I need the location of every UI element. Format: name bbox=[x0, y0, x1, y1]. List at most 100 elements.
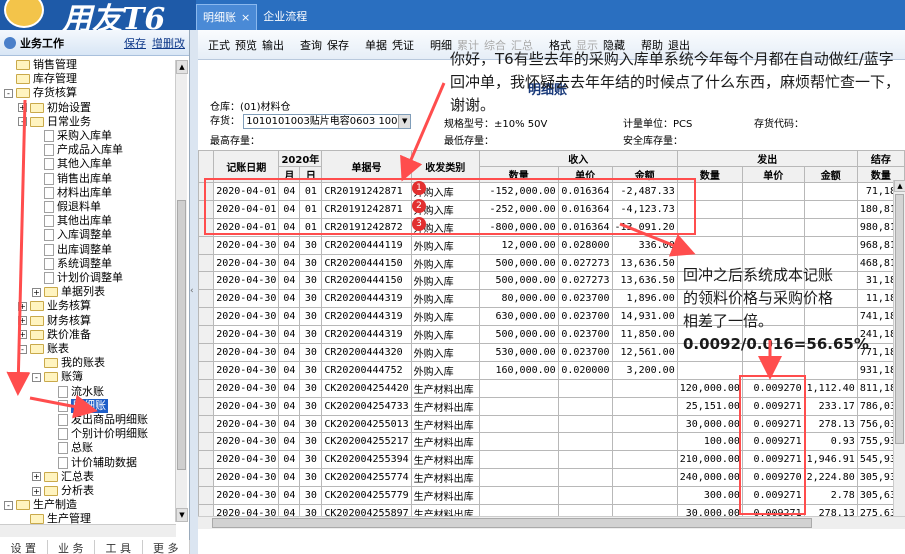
tree-item[interactable]: - 账表 bbox=[18, 342, 69, 356]
tab-enterprise-process[interactable]: 企业流程 bbox=[257, 4, 313, 30]
tree-item[interactable]: 计划价调整单 bbox=[32, 271, 123, 285]
tree-item[interactable]: 系统调整单 bbox=[32, 257, 112, 271]
tree-item[interactable]: - 日常业务 bbox=[18, 115, 91, 129]
tree-item[interactable]: 总账 bbox=[46, 441, 93, 455]
tree-item[interactable]: 我的账表 bbox=[32, 356, 105, 370]
tree-item[interactable]: 采购入库单 bbox=[32, 129, 112, 143]
tree-item[interactable]: 流水账 bbox=[46, 385, 104, 399]
tree-item[interactable]: + 跌价准备 bbox=[18, 328, 91, 342]
tree-item[interactable]: 入库调整单 bbox=[32, 228, 112, 242]
tree-item[interactable]: 个别计价明细账 bbox=[46, 427, 148, 441]
min-stock-field: 最低存量： bbox=[444, 132, 494, 147]
row-header[interactable] bbox=[198, 289, 215, 309]
tree-item[interactable]: + 财务核算 bbox=[18, 314, 91, 328]
tree-item[interactable]: 其他入库单 bbox=[32, 157, 112, 171]
row-header[interactable] bbox=[198, 378, 215, 398]
collapse-icon[interactable]: ‹ bbox=[190, 286, 194, 296]
hscroll-thumb[interactable] bbox=[212, 518, 812, 528]
tab-tools[interactable]: 工 具 bbox=[95, 540, 143, 554]
row-header[interactable] bbox=[198, 343, 215, 362]
save-link[interactable]: 保存 bbox=[124, 35, 146, 51]
tree-item[interactable]: 假退料单 bbox=[32, 200, 101, 214]
edit-link[interactable]: 增删改 bbox=[152, 35, 185, 51]
scroll-thumb[interactable] bbox=[177, 200, 186, 470]
row-header[interactable] bbox=[198, 360, 215, 380]
grid-hscrollbar[interactable] bbox=[198, 516, 905, 529]
tab-business[interactable]: 业 务 bbox=[47, 540, 95, 554]
tree-item-label: 我的账表 bbox=[61, 356, 105, 370]
expand-icon[interactable]: + bbox=[18, 330, 27, 340]
collapse-icon[interactable]: - bbox=[4, 88, 13, 98]
collapse-icon[interactable]: - bbox=[32, 372, 41, 382]
toolbar-button[interactable]: 预览 bbox=[235, 37, 257, 53]
table-cell: 04 bbox=[278, 504, 301, 516]
collapse-icon[interactable]: - bbox=[4, 500, 13, 510]
row-header[interactable] bbox=[198, 486, 215, 506]
toolbar-button[interactable]: 明细 bbox=[430, 37, 452, 53]
row-header[interactable] bbox=[198, 307, 215, 327]
table-cell: 2020-04-30 bbox=[213, 414, 280, 434]
row-header[interactable] bbox=[198, 235, 215, 255]
row-header[interactable] bbox=[198, 468, 215, 488]
panel-splitter[interactable]: ‹ bbox=[190, 30, 198, 554]
row-header[interactable] bbox=[198, 325, 215, 345]
table-cell: CR20200444150 bbox=[321, 271, 412, 291]
tab-settings[interactable]: 设 置 bbox=[0, 540, 48, 554]
tree-item[interactable]: 销售出库单 bbox=[32, 172, 112, 186]
scroll-down-icon[interactable]: ▼ bbox=[176, 508, 188, 522]
tree-scrollbar[interactable]: ▲ ▼ bbox=[175, 60, 188, 522]
row-header[interactable] bbox=[198, 271, 215, 291]
tree-item[interactable]: 明细账 bbox=[46, 398, 108, 413]
row-header[interactable] bbox=[198, 396, 215, 416]
tree-item[interactable]: + 汇总表 bbox=[32, 470, 94, 484]
row-header[interactable] bbox=[198, 504, 215, 516]
table-row[interactable]: 2020-04-30 04 30 CR20200444119 外购入库 12,000.00… bbox=[198, 235, 905, 255]
expand-icon[interactable]: + bbox=[18, 103, 27, 113]
tree-item[interactable]: 其他出库单 bbox=[32, 214, 112, 228]
row-header[interactable] bbox=[198, 414, 215, 434]
tree-item[interactable]: 库存管理 bbox=[4, 72, 77, 86]
tree-item[interactable]: - 存货核算 bbox=[4, 86, 77, 100]
row-header[interactable] bbox=[198, 253, 215, 273]
tree-item[interactable]: 发出商品明细账 bbox=[46, 413, 148, 427]
chevron-down-icon[interactable]: ▼ bbox=[398, 114, 411, 128]
toolbar-button[interactable]: 查询 bbox=[300, 37, 322, 53]
tree-item[interactable]: + 分析表 bbox=[32, 484, 94, 498]
tree-item[interactable]: 出库调整单 bbox=[32, 243, 112, 257]
folder-icon bbox=[16, 500, 30, 511]
tree-item[interactable]: 材料出库单 bbox=[32, 186, 112, 200]
toolbar-button[interactable]: 保存 bbox=[327, 37, 349, 53]
tree-item[interactable]: - 账簿 bbox=[32, 370, 83, 384]
scroll-up-icon[interactable]: ▲ bbox=[176, 60, 188, 74]
collapse-icon[interactable]: - bbox=[18, 344, 27, 354]
row-header[interactable] bbox=[198, 432, 215, 452]
inventory-select[interactable]: 1010101003贴片电容0603 100nF ▼ bbox=[243, 113, 412, 129]
expand-icon[interactable]: + bbox=[18, 316, 27, 326]
collapse-icon[interactable]: - bbox=[18, 117, 27, 127]
toolbar-button[interactable]: 凭证 bbox=[392, 37, 414, 53]
close-icon[interactable]: × bbox=[241, 6, 250, 30]
toolbar-button[interactable]: 输出 bbox=[262, 37, 284, 53]
table-cell bbox=[478, 450, 559, 470]
tab-detail-ledger[interactable]: 明细账 × bbox=[196, 4, 258, 30]
tree-item[interactable]: + 单据列表 bbox=[32, 285, 105, 299]
document-icon bbox=[44, 229, 54, 242]
tab-more[interactable]: 更 多 bbox=[143, 540, 190, 554]
tree-item[interactable]: 产成品入库单 bbox=[32, 143, 123, 157]
toolbar-button[interactable]: 单据 bbox=[365, 37, 387, 53]
row-header[interactable] bbox=[198, 450, 215, 470]
tree-item[interactable]: + 初始设置 bbox=[18, 101, 91, 115]
tree-item[interactable]: + 业务核算 bbox=[18, 299, 91, 313]
tree-item[interactable]: - 生产制造 bbox=[4, 498, 77, 512]
tree-item[interactable]: 计价辅助数据 bbox=[46, 456, 137, 470]
expand-icon[interactable]: + bbox=[32, 287, 41, 297]
expand-icon[interactable]: + bbox=[18, 301, 27, 311]
tree-item[interactable]: 销售管理 bbox=[4, 58, 77, 72]
toolbar-button[interactable]: 正式 bbox=[208, 37, 230, 53]
table-cell: 2020-04-30 bbox=[213, 271, 280, 291]
scroll-up-icon[interactable]: ▲ bbox=[894, 180, 905, 192]
expand-icon[interactable]: + bbox=[32, 472, 41, 482]
tree-hscrollbar[interactable] bbox=[0, 524, 176, 537]
table-cell: 0.027273 bbox=[557, 253, 613, 273]
expand-icon[interactable]: + bbox=[32, 486, 41, 496]
